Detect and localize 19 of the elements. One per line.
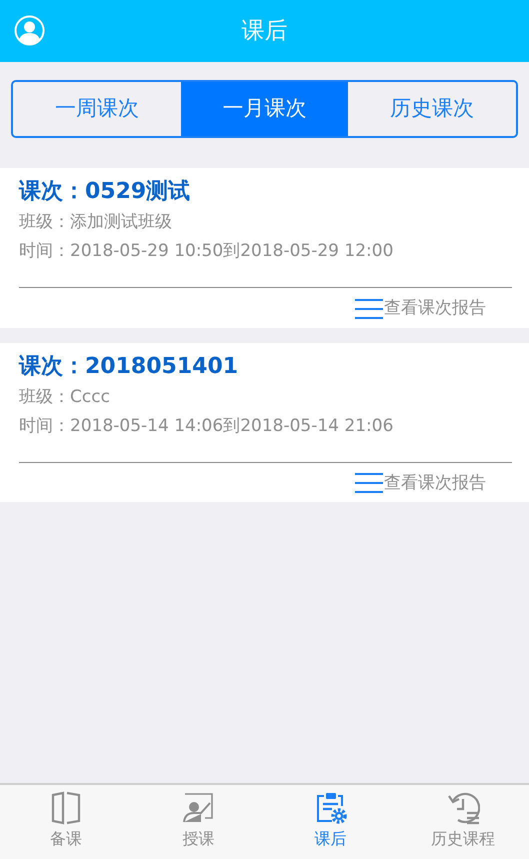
nav-tab[interactable]: 课后: [264, 785, 397, 859]
list-icon: [355, 472, 384, 494]
list-icon: [355, 298, 384, 320]
time-text: 时间：2018-05-14 14:06到2018-05-14 21:06: [19, 414, 394, 438]
report-link[interactable]: 查看课次报告: [355, 296, 486, 322]
lesson-title: 课次：2018051401: [19, 352, 240, 380]
time-text: 时间：2018-05-29 10:50到2018-05-29 12:00: [19, 240, 394, 263]
history-clock-icon: [446, 791, 480, 825]
class-text: 班级：Cccc: [19, 386, 111, 408]
window-title: 课后: [242, 16, 288, 46]
tab[interactable]: 一月课次: [180, 82, 348, 136]
nav-tab[interactable]: 授课: [132, 785, 264, 859]
nav-tab[interactable]: 备课: [0, 785, 132, 859]
user-avatar-icon[interactable]: [14, 15, 45, 46]
lesson-title: 课次：0529测试: [19, 178, 192, 206]
presenter-icon: [181, 791, 216, 825]
class-text: 班级：添加测试班级: [19, 211, 173, 234]
report-link[interactable]: 查看课次报告: [355, 470, 486, 496]
nav-tab[interactable]: 历史课程: [396, 785, 529, 859]
